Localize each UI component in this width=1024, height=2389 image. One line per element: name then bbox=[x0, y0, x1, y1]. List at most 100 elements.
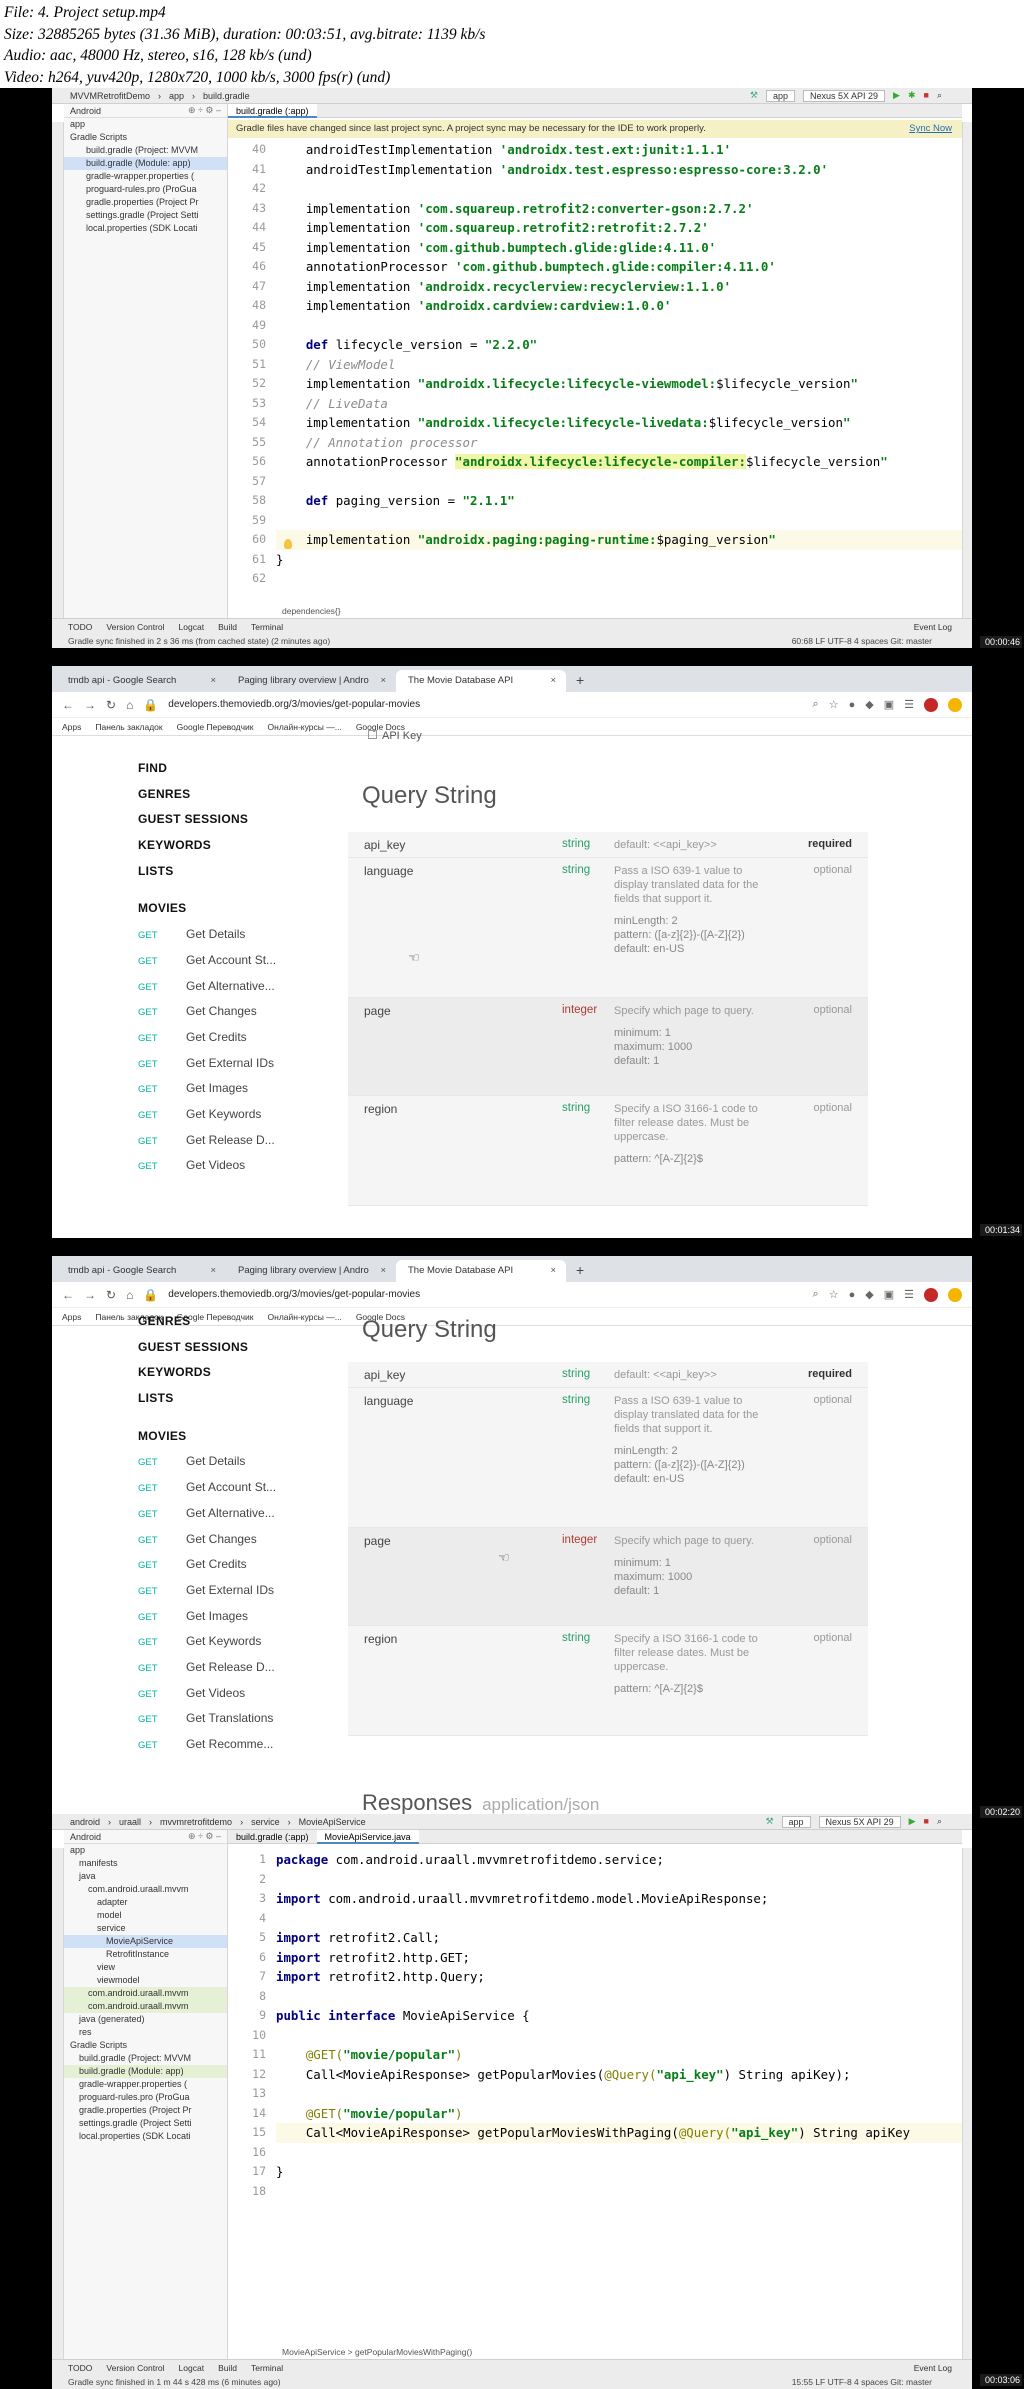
bookmark-item[interactable]: Apps bbox=[62, 1312, 81, 1322]
tree-item[interactable]: gradle-wrapper.properties ( bbox=[64, 170, 227, 183]
code-breadcrumb[interactable]: MovieApiService > getPopularMoviesWithPa… bbox=[282, 2347, 472, 2357]
browser-tab[interactable]: Paging library overview | Andro × bbox=[226, 670, 396, 692]
tool-todo[interactable]: TODO bbox=[68, 622, 92, 632]
star-icon[interactable]: ☆ bbox=[829, 698, 839, 711]
tree-item[interactable]: settings.gradle (Project Setti bbox=[64, 209, 227, 222]
code-editor[interactable]: package com.android.uraall.mvvmretrofitd… bbox=[276, 1850, 962, 2201]
nav-section[interactable]: GUEST SESSIONS bbox=[138, 807, 276, 833]
tree-item[interactable]: java (generated) bbox=[64, 2013, 227, 2026]
view-mode-select[interactable]: Android bbox=[70, 1832, 101, 1842]
nav-endpoint[interactable]: GET Get Account St... bbox=[138, 1475, 276, 1501]
tree-item[interactable]: build.gradle (Project: MVVM bbox=[64, 144, 227, 157]
nav-section[interactable]: LISTS bbox=[138, 859, 276, 885]
ext-icon[interactable]: ▣ bbox=[884, 698, 894, 711]
tree-item[interactable]: com.android.uraall.mvvm bbox=[64, 1987, 227, 2000]
close-icon[interactable]: × bbox=[550, 1260, 556, 1282]
nav-endpoint[interactable]: GET Get Images bbox=[138, 1604, 276, 1630]
tree-item[interactable]: manifests bbox=[64, 1857, 227, 1870]
nav-endpoint[interactable]: GET Get Credits bbox=[138, 1025, 276, 1051]
device-select[interactable]: Nexus 5X API 29 bbox=[818, 1815, 901, 1828]
bookmark-item[interactable]: Онлайн-курсы —... bbox=[268, 1312, 342, 1322]
crumb-file[interactable]: build.gradle bbox=[203, 91, 250, 101]
tree-item[interactable]: proguard-rules.pro (ProGua bbox=[64, 2091, 227, 2104]
bookmark-item[interactable]: Панель закладок bbox=[95, 722, 162, 732]
crumb-item[interactable]: service bbox=[251, 1817, 280, 1827]
api-key-checkbox[interactable]: API Key bbox=[368, 730, 422, 742]
crumb-item[interactable]: uraall bbox=[119, 1817, 141, 1827]
nav-endpoint[interactable]: GET Get Changes bbox=[138, 1527, 276, 1553]
run-icon[interactable]: ▶ bbox=[893, 90, 900, 102]
tree-item[interactable]: gradle.properties (Project Pr bbox=[64, 196, 227, 209]
code-breadcrumb[interactable]: dependencies{} bbox=[282, 606, 341, 616]
new-tab-icon[interactable]: + bbox=[566, 1262, 594, 1282]
nav-endpoint[interactable]: GET Get Credits bbox=[138, 1552, 276, 1578]
close-icon[interactable]: × bbox=[550, 670, 556, 692]
nav-endpoint[interactable]: GET Get Keywords bbox=[138, 1629, 276, 1655]
tool-build[interactable]: Build bbox=[218, 2363, 237, 2373]
forward-icon[interactable]: → bbox=[84, 698, 96, 712]
panel-settings-icon[interactable]: ⊕ ÷ ⚙ – bbox=[188, 1831, 227, 1842]
tool-terminal[interactable]: Terminal bbox=[251, 622, 283, 632]
panel-settings-icon[interactable]: ⊕ ÷ ⚙ – bbox=[188, 105, 227, 116]
nav-endpoint[interactable]: GET Get Videos bbox=[138, 1681, 276, 1707]
avatar[interactable] bbox=[924, 697, 938, 712]
debug-icon[interactable]: ✱ bbox=[908, 90, 916, 102]
tree-item[interactable]: service bbox=[64, 1922, 227, 1935]
view-mode-select[interactable]: Android bbox=[70, 106, 101, 116]
nav-endpoint[interactable]: GET Get Keywords bbox=[138, 1102, 276, 1128]
star-icon[interactable]: ☆ bbox=[829, 1288, 839, 1301]
ext-icon[interactable]: ▣ bbox=[884, 1288, 894, 1301]
lock-icon[interactable]: 🔒 bbox=[143, 698, 158, 712]
left-tool-strip[interactable] bbox=[52, 1848, 64, 2375]
tool-event-log[interactable]: Event Log bbox=[914, 2363, 972, 2373]
tree-item[interactable]: proguard-rules.pro (ProGua bbox=[64, 183, 227, 196]
tree-item[interactable]: res bbox=[64, 2026, 227, 2039]
device-select[interactable]: Nexus 5X API 29 bbox=[803, 89, 886, 102]
ext-icon[interactable]: ● bbox=[849, 699, 856, 711]
tree-item[interactable]: app bbox=[64, 1844, 227, 1857]
profile-icon[interactable] bbox=[948, 1287, 962, 1302]
nav-section[interactable]: GENRES bbox=[138, 782, 276, 808]
zoom-icon[interactable]: ⌕ bbox=[813, 1288, 819, 1301]
tree-item[interactable]: com.android.uraall.mvvm bbox=[64, 1883, 227, 1896]
nav-endpoint[interactable]: GET Get Details bbox=[138, 1449, 276, 1475]
tab-build-gradle[interactable]: build.gradle (:app) bbox=[228, 103, 317, 118]
tool-event-log[interactable]: Event Log bbox=[914, 622, 972, 632]
crumb-item[interactable]: MovieApiService bbox=[299, 1817, 366, 1827]
zoom-icon[interactable]: ⌕ bbox=[813, 698, 819, 711]
close-icon[interactable]: × bbox=[380, 1260, 386, 1282]
search-icon[interactable]: ⌕ bbox=[937, 1816, 942, 1828]
tree-item[interactable]: RetrofitInstance bbox=[64, 1948, 227, 1961]
nav-endpoint[interactable]: GET Get Images bbox=[138, 1076, 276, 1102]
hammer-icon[interactable]: ⚒ bbox=[750, 90, 758, 102]
crumb-app[interactable]: app bbox=[169, 91, 184, 101]
nav-endpoint[interactable]: GET Get Changes bbox=[138, 999, 276, 1025]
tool-logcat[interactable]: Logcat bbox=[179, 622, 205, 632]
nav-endpoint[interactable]: GET Get Translations bbox=[138, 1706, 276, 1732]
browser-tab[interactable]: Paging library overview | Andro × bbox=[226, 1260, 396, 1282]
right-tool-strip[interactable] bbox=[962, 122, 972, 634]
tree-item[interactable]: viewmodel bbox=[64, 1974, 227, 1987]
left-tool-strip[interactable] bbox=[52, 122, 64, 634]
nav-endpoint[interactable]: GET Get Details bbox=[138, 922, 276, 948]
bulb-icon[interactable] bbox=[284, 539, 292, 549]
tree-item[interactable]: local.properties (SDK Locati bbox=[64, 2130, 227, 2143]
nav-section[interactable]: FIND bbox=[138, 756, 276, 782]
new-tab-icon[interactable]: + bbox=[566, 672, 594, 692]
tree-item[interactable]: Gradle Scripts bbox=[64, 131, 227, 144]
tool-vcs[interactable]: Version Control bbox=[106, 622, 164, 632]
bookmark-item[interactable]: Онлайн-курсы —... bbox=[268, 722, 342, 732]
tree-item[interactable]: com.android.uraall.mvvm bbox=[64, 2000, 227, 2013]
stop-icon[interactable]: ■ bbox=[924, 1816, 929, 1828]
home-icon[interactable]: ⌂ bbox=[126, 1288, 133, 1302]
nav-section[interactable]: LISTS bbox=[138, 1386, 276, 1412]
browser-tab[interactable]: tmdb api - Google Search × bbox=[56, 1260, 226, 1282]
status-right[interactable]: 15:55 LF UTF-8 4 spaces Git: master bbox=[792, 2377, 972, 2387]
reload-icon[interactable]: ↻ bbox=[106, 1288, 116, 1302]
url-field[interactable]: developers.themoviedb.org/3/movies/get-p… bbox=[168, 1289, 802, 1300]
tree-item[interactable]: build.gradle (Module: app) bbox=[64, 2065, 227, 2078]
tree-item[interactable]: local.properties (SDK Locati bbox=[64, 222, 227, 235]
tree-item[interactable]: view bbox=[64, 1961, 227, 1974]
back-icon[interactable]: ← bbox=[62, 1288, 74, 1302]
crumb-item[interactable]: mvvmretrofitdemo bbox=[160, 1817, 232, 1827]
